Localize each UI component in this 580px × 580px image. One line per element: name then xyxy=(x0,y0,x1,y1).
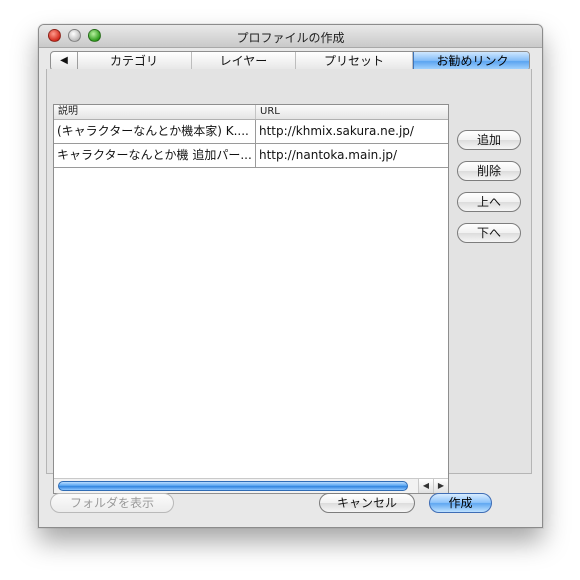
delete-button[interactable]: 削除 xyxy=(457,161,521,181)
table-row[interactable]: キャラクターなんとか機 追加パー... http://nantoka.main.… xyxy=(54,144,448,168)
url-cell[interactable]: http://nantoka.main.jp/ xyxy=(256,144,448,167)
tab-layer[interactable]: レイヤー xyxy=(192,52,296,70)
url-cell[interactable]: http://khmix.sakura.ne.jp/ xyxy=(256,120,448,143)
links-table: 説明 URL (キャラクターなんとか機本家) K.... http://khmi… xyxy=(53,104,449,494)
scrollbar-thumb[interactable] xyxy=(58,481,408,491)
scroll-right-arrow-icon[interactable]: ▶ xyxy=(433,479,448,493)
tab-recommended-links[interactable]: お勧めリンク xyxy=(413,52,529,70)
column-header-description[interactable]: 説明 xyxy=(54,105,256,119)
move-down-button[interactable]: 下へ xyxy=(457,223,521,243)
tab-scroll-left-icon[interactable]: ◀ xyxy=(51,52,78,70)
cancel-button[interactable]: キャンセル xyxy=(319,493,415,513)
show-folder-button[interactable]: フォルダを表示 xyxy=(50,493,174,513)
table-header: 説明 URL xyxy=(54,105,448,120)
column-header-url[interactable]: URL xyxy=(256,105,448,119)
tab-category[interactable]: カテゴリ xyxy=(77,52,192,70)
table-row[interactable]: (キャラクターなんとか機本家) K.... http://khmix.sakur… xyxy=(54,120,448,144)
tab-preset[interactable]: プリセット xyxy=(296,52,413,70)
scroll-left-arrow-icon[interactable]: ◀ xyxy=(418,479,433,493)
description-cell[interactable]: キャラクターなんとか機 追加パー... xyxy=(54,144,256,167)
tab-bar: ◀ カテゴリ レイヤー プリセット お勧めリンク xyxy=(50,51,530,71)
window-title: プロファイルの作成 xyxy=(236,31,345,45)
horizontal-scrollbar[interactable]: ◀ ▶ xyxy=(54,478,448,493)
create-button[interactable]: 作成 xyxy=(429,493,492,513)
title-bar: プロファイルの作成 xyxy=(39,25,542,48)
profile-dialog: プロファイルの作成 ◀ カテゴリ レイヤー プリセット お勧めリンク 説明 UR… xyxy=(38,24,543,528)
description-cell[interactable]: (キャラクターなんとか機本家) K.... xyxy=(54,120,256,143)
tab-content-panel: 説明 URL (キャラクターなんとか機本家) K.... http://khmi… xyxy=(46,69,532,494)
move-up-button[interactable]: 上へ xyxy=(457,192,521,212)
add-button[interactable]: 追加 xyxy=(457,130,521,150)
